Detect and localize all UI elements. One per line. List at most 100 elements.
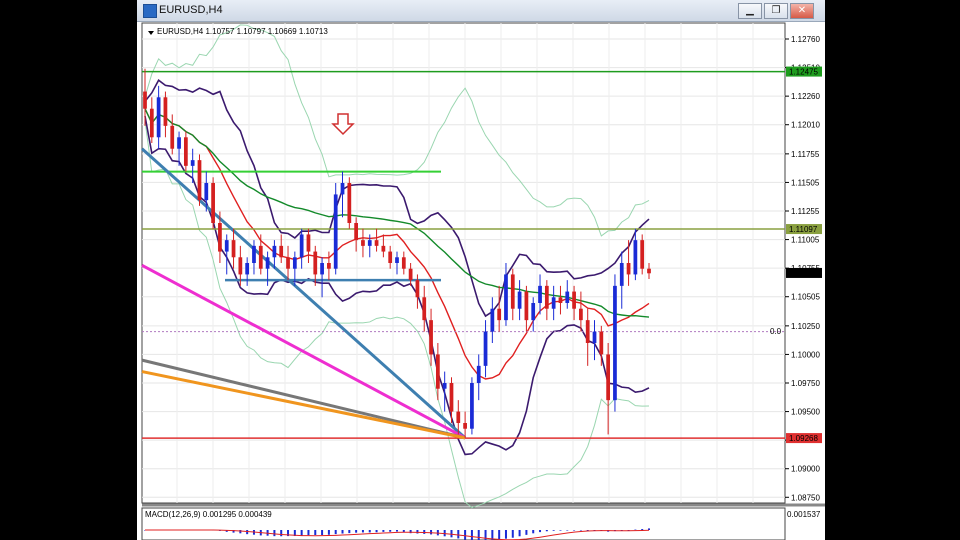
macd-bar [579,530,582,531]
down-arrow-icon [331,113,355,136]
axis-tick-label: 1.09750 [791,379,820,388]
candle-body [361,240,365,246]
candle-body [456,411,461,423]
macd-bar [348,530,351,534]
price-label-text: 1.09268 [789,434,818,443]
macd-top-value: 0.001537 [787,510,821,519]
macd-bar [457,530,460,539]
macd-histogram [144,528,650,540]
candle-body [286,257,290,269]
candle-body [163,97,168,126]
macd-bar [498,530,501,540]
candle-body [265,257,270,269]
candle-body [238,257,243,275]
macd-label: MACD(12,26,9) 0.001295 0.000439 [145,510,272,519]
macd-bar [477,530,480,540]
candle-body [272,245,277,258]
candle-body [231,240,236,258]
macd-bar [552,530,555,531]
candle-body [408,268,413,281]
candle-body [490,308,495,332]
macd-bar [368,530,371,533]
macd-bar [389,530,392,532]
candle-body [510,274,515,309]
candle-body [572,291,576,309]
candle-body [258,245,263,269]
candle-body [551,297,556,309]
axis-tick-label: 1.11255 [791,207,820,216]
candle-body [320,263,324,275]
chart-window: EURUSD,H4 ▁ ❐ ✕ 1.127601.125101.122601.1… [137,0,825,540]
candle-body [211,183,215,223]
macd-bar [518,530,521,537]
macd-bar [470,530,473,540]
candle-body [470,383,474,429]
candle-body [204,183,209,201]
axis-tick-label: 1.10000 [791,350,820,359]
candle-body [647,268,651,274]
macd-bar [321,530,324,535]
candle-body [395,257,399,263]
candle-body [401,257,406,269]
candle-body [544,285,549,309]
axis-tick-label: 1.12010 [791,121,820,130]
symbol-dropdown-icon[interactable] [148,31,154,35]
macd-bar [423,530,426,534]
macd-bar [464,530,467,540]
candle-body [504,274,508,321]
macd-bar [300,530,303,536]
candle-body [156,97,161,138]
candle-body [374,240,379,246]
candle-body [531,303,536,321]
macd-bar [511,530,514,538]
candle-body [565,291,570,303]
candle-body [640,240,645,269]
macd-bar [504,530,507,539]
axis-tick-label: 1.11755 [791,150,820,159]
candle-body [177,137,181,149]
candle-body [592,331,597,343]
price-chart[interactable]: 1.127601.125101.122601.120101.117551.115… [137,0,825,540]
macd-bar [314,530,317,536]
main-plot-frame [141,22,786,504]
candle-body [429,320,433,355]
candle-body [313,251,318,275]
candle-body [340,183,345,195]
candle-body [579,308,583,321]
candle-body [524,291,529,321]
candle-body [190,160,195,166]
candle-body [306,234,311,252]
candle-body [626,263,631,275]
candles [143,68,651,438]
axis-tick-label: 1.10505 [791,293,820,302]
candle-body [422,297,427,321]
candle-body [292,257,297,269]
macd-bar [273,530,276,537]
candle-body [613,285,617,401]
candle-body [252,245,256,263]
candle-body [245,263,250,275]
candle-body [354,223,359,241]
macd-bar [396,530,398,532]
candle-body [538,285,542,303]
gridlines [142,23,785,503]
candle-body [218,223,222,252]
candle-body [497,308,502,321]
macd-bar [361,530,364,533]
axis-tick-label: 1.10250 [791,322,820,331]
candle-body [347,183,352,223]
axis-tick-label: 1.08750 [791,493,820,502]
candle-body [483,331,488,366]
macd-bar [416,530,419,534]
macd-bar [246,530,249,535]
fib-level-label: 0.0 [770,327,782,336]
candle-body [476,365,481,383]
candle-body [299,234,304,258]
macd-bar [532,530,535,534]
candle-body [619,263,624,286]
candle-body [381,245,386,252]
macd-bar [525,530,528,535]
candle-body [143,91,147,109]
candle-body [183,137,188,166]
candle-body [367,240,372,246]
